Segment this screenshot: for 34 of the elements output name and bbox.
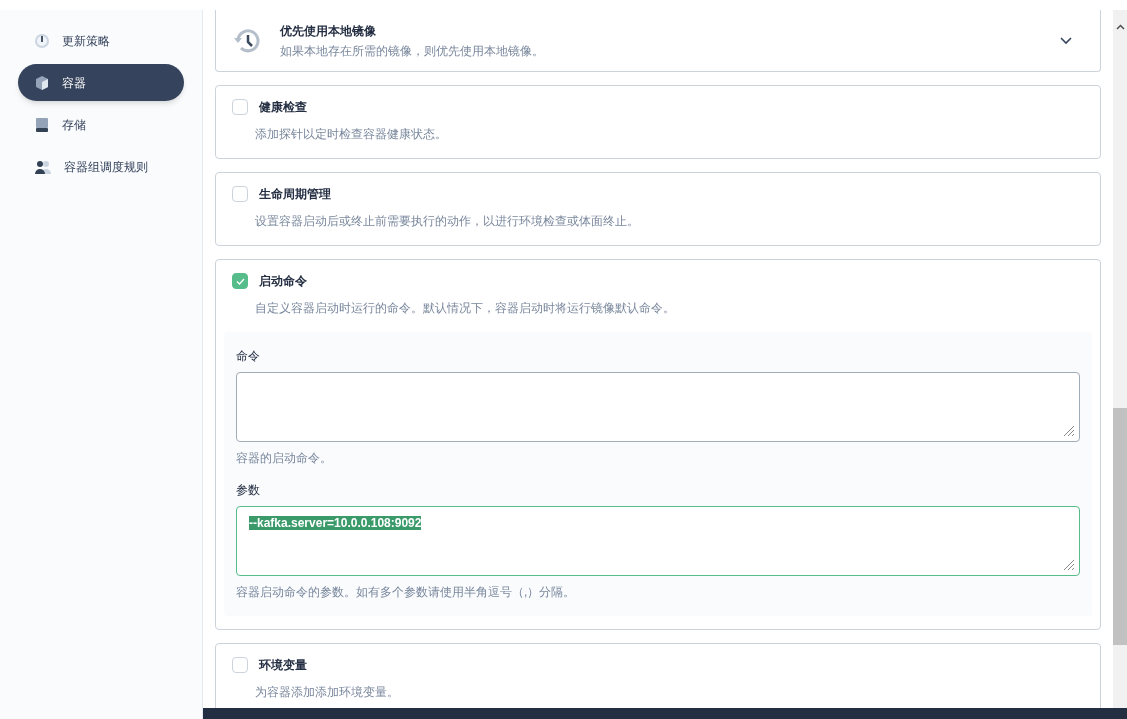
field-label: 参数 bbox=[236, 482, 261, 498]
cube-icon bbox=[34, 74, 50, 91]
sidebar-item[interactable]: 容器组调度规则 bbox=[18, 148, 184, 185]
option-description: 自定义容器启动时运行的命令。默认情况下，容器启动时将运行镜像默认命令。 bbox=[255, 301, 675, 315]
option-description: 为容器添加添加环境变量。 bbox=[255, 685, 399, 699]
checkmark-icon bbox=[235, 277, 245, 285]
field-label: 命令 bbox=[236, 348, 261, 364]
option-title: 启动命令 bbox=[259, 273, 307, 289]
resize-grip-icon[interactable] bbox=[1063, 559, 1075, 571]
textarea-value: --kafka.server=10.0.0.108:9092 bbox=[249, 516, 422, 530]
option-title: 健康检查 bbox=[259, 99, 307, 115]
option-description: 设置容器启动后或终止前需要执行的动作，以进行环境检查或体面终止。 bbox=[255, 214, 639, 228]
resize-grip-icon[interactable] bbox=[1063, 425, 1075, 437]
gauge-icon bbox=[34, 32, 50, 49]
sidebar-item[interactable]: 容器 bbox=[18, 64, 184, 101]
option-title: 优先使用本地镜像 bbox=[280, 22, 377, 39]
field-hint: 容器启动命令的参数。如有多个参数请使用半角逗号（,）分隔。 bbox=[236, 584, 577, 600]
option-description: 如果本地存在所需的镜像，则优先使用本地镜像。 bbox=[280, 42, 545, 59]
checkbox[interactable] bbox=[232, 99, 248, 115]
option-card[interactable]: 优先使用本地镜像 如果本地存在所需的镜像，则优先使用本地镜像。 bbox=[215, 10, 1101, 72]
field-hint: 容器的启动命令。 bbox=[236, 450, 333, 466]
storage-drive-icon bbox=[34, 116, 50, 133]
option-title: 环境变量 bbox=[259, 657, 307, 673]
users-icon bbox=[34, 158, 52, 175]
chevron-down-icon[interactable] bbox=[1060, 36, 1072, 45]
sidebar-item[interactable]: 更新策略 bbox=[18, 22, 184, 59]
option-title: 生命周期管理 bbox=[259, 186, 331, 202]
checkbox[interactable] bbox=[232, 186, 248, 202]
checkbox[interactable] bbox=[232, 657, 248, 673]
checkbox[interactable] bbox=[232, 273, 248, 289]
textarea-field[interactable] bbox=[236, 372, 1080, 442]
scrollbar-thumb[interactable] bbox=[1113, 408, 1127, 645]
option-description: 添加探针以定时检查容器健康状态。 bbox=[255, 127, 447, 141]
sidebar-item[interactable]: 存储 bbox=[18, 106, 184, 143]
